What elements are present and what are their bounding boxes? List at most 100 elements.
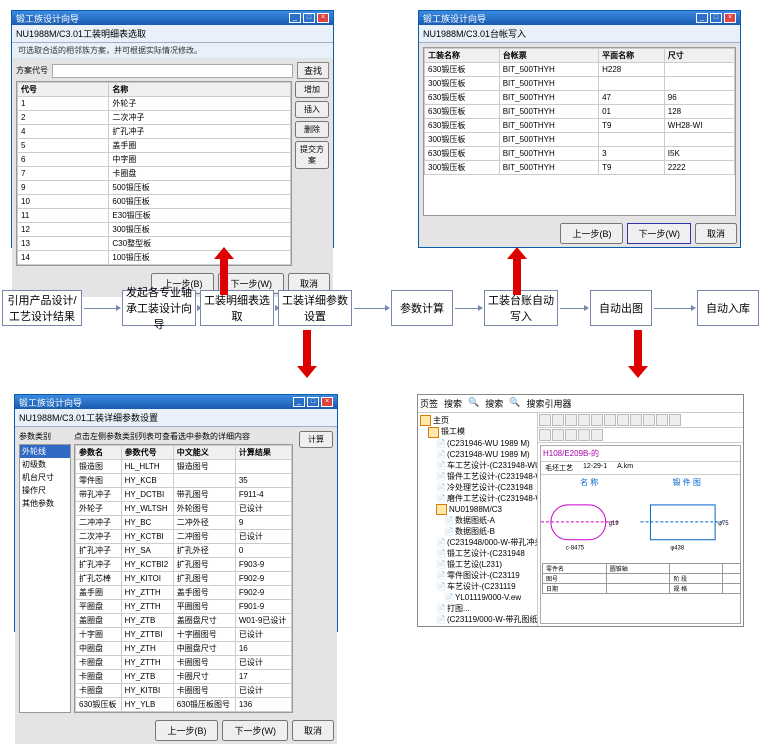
next-button[interactable]: 下一步(W) [627, 223, 691, 244]
tree-node[interactable]: 车工艺设计-(C231948-WU 198 [420, 460, 535, 471]
ledger-table[interactable]: 工装名称台帐票平面名称尺寸630锻压板BIT_500THYHH228300锻压板… [423, 47, 736, 216]
close-icon[interactable]: × [317, 13, 329, 23]
title-block: 零件名圆锥轴图号阶 段日期规 格 [542, 563, 741, 594]
tool-icon[interactable] [539, 414, 551, 426]
tool-icon[interactable] [630, 414, 642, 426]
tree-view[interactable]: 主页锻工模(C231946-WU 1989 M)(C231948-WU 1989… [418, 413, 538, 626]
list-item[interactable]: 初级数 [20, 458, 70, 471]
tree-node[interactable]: NU01988M/C3 [420, 504, 535, 515]
arrow-right-icon [455, 308, 479, 309]
close-icon[interactable]: × [724, 13, 736, 23]
tree-node[interactable]: 锻工艺设(L231) [420, 559, 535, 570]
tree-node[interactable]: 冷处理艺设计-(C231948 [420, 482, 535, 493]
left-label: 参数类别 [19, 431, 71, 442]
param-table[interactable]: 参数名参数代号中文能义计算结果锻造图HL_HLTH锻造图号零件图HY_KCB35… [74, 444, 293, 713]
tool-icon[interactable] [656, 414, 668, 426]
tool-icon[interactable] [604, 414, 616, 426]
close-icon[interactable]: × [321, 397, 333, 407]
maximize-icon[interactable]: □ [303, 13, 315, 23]
list-item[interactable]: 其他参数 [20, 497, 70, 510]
top-hint: 点击左侧参数类别列表可查看选中参数的详细内容 [74, 431, 293, 442]
arrow-right-icon [560, 308, 585, 309]
minimize-icon[interactable]: _ [293, 397, 305, 407]
tool-icon[interactable] [552, 414, 564, 426]
tab[interactable]: 搜索 [485, 397, 503, 410]
tree-node[interactable]: 数据图纸-A [420, 515, 535, 526]
tool-icon[interactable] [565, 429, 577, 441]
window-ledger: 锻工族设计向导 _□× NU1988M/C3.01台帐写入 工装名称台帐票平面名… [418, 10, 741, 248]
tree-node[interactable]: 数据图纸-B [420, 526, 535, 537]
tree-node[interactable]: 打图... [420, 603, 535, 614]
field: 12-29-1 [583, 463, 607, 473]
tree-node[interactable]: YL01119/000-V.ew [420, 592, 535, 603]
list-item[interactable]: 外轮线 [20, 445, 70, 458]
minimize-icon[interactable]: _ [289, 13, 301, 23]
tree-node[interactable]: 锻件工艺设计-(C231948-WU 19 [420, 471, 535, 482]
drawing-title: H108/E209B-的 [543, 449, 599, 458]
tree-node[interactable]: 锻工艺设计-(C231948 [420, 548, 535, 559]
param-category-list[interactable]: 外轮线初级数机台尺寸操作尺其他参数 [19, 444, 71, 713]
tool-icon[interactable] [643, 414, 655, 426]
title-text: 锻工族设计向导 [19, 396, 82, 409]
field: 毛坯工艺 [545, 463, 573, 473]
tool-icon[interactable] [591, 414, 603, 426]
list-item[interactable]: 机台尺寸 [20, 471, 70, 484]
cancel-button[interactable]: 取消 [292, 720, 334, 741]
field: A.km [617, 463, 633, 473]
flow-node: 发起各专业轴承工装设计向导 [122, 290, 196, 326]
tab[interactable]: 页签 [420, 397, 438, 410]
maximize-icon[interactable]: □ [710, 13, 722, 23]
tool-icon[interactable] [552, 429, 564, 441]
plan-input[interactable] [52, 64, 293, 78]
tool-icon[interactable] [578, 414, 590, 426]
tool-icon[interactable] [539, 429, 551, 441]
drawing-area[interactable]: H108/E209B-的 毛坯工艺 12-29-1 A.km 名 称 锻 件 图… [540, 445, 741, 624]
maximize-icon[interactable]: □ [307, 397, 319, 407]
calc-button[interactable]: 计算 [299, 431, 333, 448]
tool-icon[interactable] [591, 429, 603, 441]
next-button[interactable]: 下一步(W) [222, 720, 288, 741]
tree-node[interactable]: (C231948-WU 1989 M) [420, 449, 535, 460]
legend: 名 称 [580, 477, 598, 488]
side-buttons: 增加插入删除提交方案 [295, 81, 329, 266]
tab[interactable]: 搜索引用器 [526, 397, 571, 410]
tree-node[interactable]: (I203128/000-带孔图纸 [420, 625, 535, 626]
plan-table[interactable]: 代号名称1外轮子2二次冲子4扩孔冲子5盖手圈6中字圈7卡圈盘9500锻压板106… [16, 81, 292, 266]
cancel-button[interactable]: 取消 [695, 223, 737, 244]
prev-button[interactable]: 上一步(B) [560, 223, 623, 244]
arrow-down-icon [297, 330, 317, 378]
tool-icon[interactable] [669, 414, 681, 426]
flow-node: 工装详细参数设置 [278, 290, 352, 326]
side-button[interactable]: 增加 [295, 81, 329, 98]
arrow-right-icon [84, 308, 117, 309]
tool-icon[interactable] [565, 414, 577, 426]
list-item[interactable]: 操作尺 [20, 484, 70, 497]
flow-node: 引用产品设计/工艺设计结果 [2, 290, 82, 326]
side-button[interactable]: 插入 [295, 101, 329, 118]
hint-text: 可选取合适的相邻族方案，并可根据实际情况修改。 [12, 43, 333, 58]
titlebar[interactable]: 锻工族设计向导 _□× [15, 395, 337, 409]
tab[interactable]: 搜索 [444, 397, 462, 410]
titlebar[interactable]: 锻工族设计向导 _ □ × [12, 11, 333, 25]
svg-text:g19: g19 [609, 521, 620, 527]
subtitle: NU1988M/C3.01工装明细表选取 [12, 25, 333, 43]
tree-node[interactable]: (C23119/000-W-带孔图纸 [420, 614, 535, 625]
side-button[interactable]: 删除 [295, 121, 329, 138]
side-button[interactable]: 提交方案 [295, 141, 329, 169]
titlebar[interactable]: 锻工族设计向导 _□× [419, 11, 740, 25]
window-select-list: 锻工族设计向导 _ □ × NU1988M/C3.01工装明细表选取 可选取合适… [11, 10, 334, 248]
tree-node[interactable]: 磨件工艺设计-(C231948-WU 19 [420, 493, 535, 504]
tool-icon[interactable] [617, 414, 629, 426]
tree-node[interactable]: (C231946-WU 1989 M) [420, 438, 535, 449]
search-button[interactable]: 查找 [297, 62, 329, 79]
tree-node[interactable]: 主页 [420, 415, 535, 426]
tree-node[interactable]: 锻工模 [420, 426, 535, 437]
tab-bar: 页签 搜索 🔍 搜索 🔍 搜索引用器 [418, 395, 743, 413]
minimize-icon[interactable]: _ [696, 13, 708, 23]
subtitle: NU1988M/C3.01工装详细参数设置 [15, 409, 337, 427]
prev-button[interactable]: 上一步(B) [155, 720, 218, 741]
tree-node[interactable]: 车艺设计-(C231119 [420, 581, 535, 592]
tree-node[interactable]: (C231948/000-W-带孔冲头 [420, 537, 535, 548]
tool-icon[interactable] [578, 429, 590, 441]
tree-node[interactable]: 零件图设计-(C23119 [420, 570, 535, 581]
